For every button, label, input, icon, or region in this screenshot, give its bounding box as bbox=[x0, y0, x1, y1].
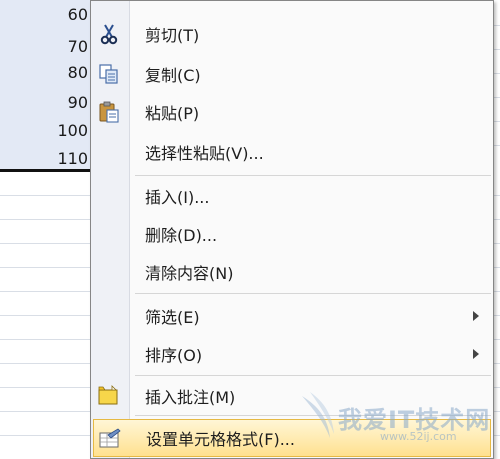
cell-value[interactable]: 70 bbox=[0, 36, 88, 58]
menu-item-cut[interactable]: 剪切(T) bbox=[91, 15, 493, 53]
menu-item-delete[interactable]: 删除(D)... bbox=[91, 215, 493, 253]
menu-item-label: 排序(O) bbox=[145, 346, 203, 365]
menu-item-label: 筛选(E) bbox=[145, 308, 200, 327]
cell-value[interactable]: 80 bbox=[0, 62, 88, 84]
menu-item-label: 清除内容(N) bbox=[145, 264, 234, 283]
watermark: 我爱IT技术网 www.52ij.com bbox=[300, 388, 496, 448]
menu-separator bbox=[135, 375, 491, 376]
submenu-arrow-icon bbox=[473, 349, 479, 359]
menu-item-filter[interactable]: 筛选(E) bbox=[91, 297, 493, 335]
menu-item-label: 设置单元格格式(F)... bbox=[146, 430, 295, 449]
menu-item-label: 选择性粘贴(V)... bbox=[145, 144, 264, 163]
cell-value[interactable]: 110 bbox=[0, 148, 88, 170]
submenu-arrow-icon bbox=[473, 311, 479, 321]
menu-item-paste-special[interactable]: 选择性粘贴(V)... bbox=[91, 133, 493, 171]
menu-separator bbox=[135, 293, 491, 294]
selection-border bbox=[0, 169, 95, 172]
cell-value[interactable]: 60 bbox=[0, 4, 88, 26]
menu-item-sort[interactable]: 排序(O) bbox=[91, 335, 493, 373]
menu-item-clear-contents[interactable]: 清除内容(N) bbox=[91, 253, 493, 291]
menu-item-copy[interactable]: 复制(C) bbox=[91, 55, 493, 93]
format-cells-icon bbox=[98, 427, 122, 451]
menu-separator bbox=[135, 175, 491, 176]
menu-item-label: 剪切(T) bbox=[145, 26, 200, 45]
menu-item-paste[interactable]: 粘贴(P) bbox=[91, 93, 493, 131]
menu-item-label: 删除(D)... bbox=[145, 226, 218, 245]
menu-item-label: 粘贴(P) bbox=[145, 104, 200, 123]
menu-item-label: 插入批注(M) bbox=[145, 388, 236, 407]
menu-item-label: 插入(I)... bbox=[145, 188, 210, 207]
cell-value[interactable]: 90 bbox=[0, 92, 88, 114]
menu-item-insert[interactable]: 插入(I)... bbox=[91, 177, 493, 215]
watermark-url: www.52ij.com bbox=[380, 430, 457, 443]
menu-item-label: 复制(C) bbox=[145, 66, 201, 85]
scissors-icon bbox=[97, 22, 121, 46]
paste-icon bbox=[97, 100, 121, 124]
comment-icon bbox=[97, 384, 121, 408]
cell-value[interactable]: 100 bbox=[0, 120, 88, 142]
copy-icon bbox=[97, 62, 121, 86]
